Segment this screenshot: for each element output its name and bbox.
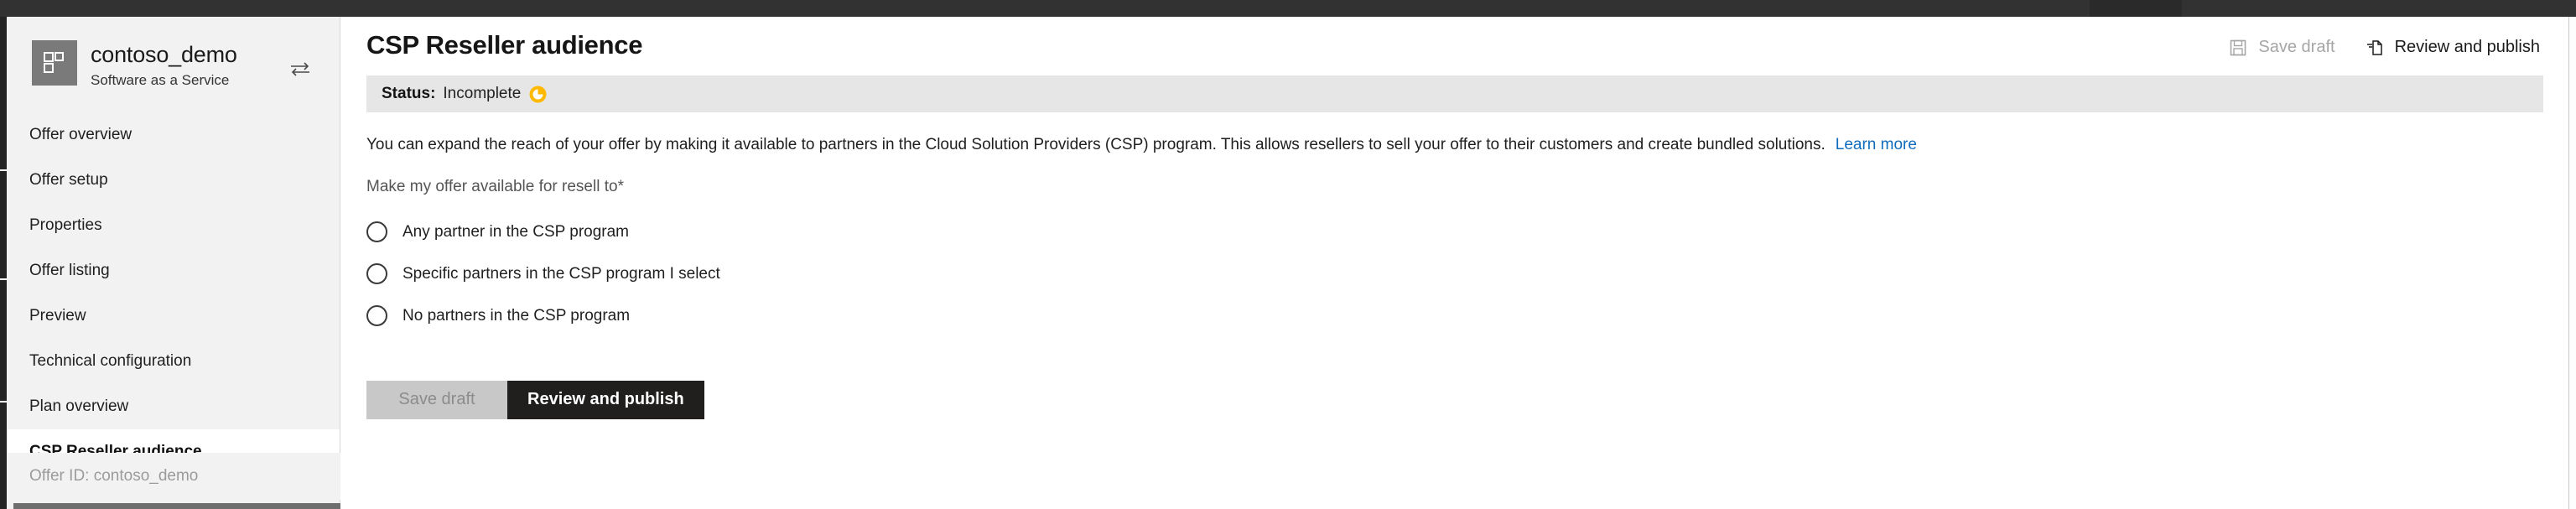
sidebar-item-offer-listing[interactable]: Offer listing [7, 248, 340, 293]
chrome-segment-active-tab[interactable] [2090, 0, 2182, 17]
publish-page-icon [2366, 39, 2384, 57]
description-paragraph: You can expand the reach of your offer b… [366, 134, 2543, 156]
resell-field-label-text: Make my offer available for resell to [366, 177, 618, 195]
sidebar-item-properties[interactable]: Properties [7, 203, 340, 248]
left-nav-rail [0, 17, 7, 509]
sidebar-item-technical-configuration[interactable]: Technical configuration [7, 339, 340, 384]
radio-option-specific-partners[interactable]: Specific partners in the CSP program I s… [366, 253, 2568, 295]
scrollbar-thumb[interactable] [2569, 17, 2576, 509]
main-content: CSP Reseller audience Save draft Review … [341, 17, 2568, 509]
header-save-draft-label: Save draft [2258, 38, 2335, 56]
rail-notch [0, 278, 7, 280]
sidebar-horizontal-scrollbar[interactable] [13, 503, 340, 509]
page-title: CSP Reseller audience [366, 30, 643, 60]
grid-tile-icon [32, 40, 77, 86]
page-vertical-scrollbar[interactable] [2568, 17, 2576, 509]
resell-field-label: Make my offer available for resell to* [366, 178, 2543, 196]
required-marker: * [617, 177, 624, 195]
sidebar-item-label: Properties [29, 216, 102, 235]
footer-actions: Save draft Review and publish [366, 380, 2568, 419]
offer-name: contoso_demo [91, 42, 237, 67]
radio-option-any-partner[interactable]: Any partner in the CSP program [366, 211, 2568, 253]
incomplete-pie-icon [528, 85, 548, 104]
rail-notch [0, 169, 7, 171]
browser-top-chrome [0, 0, 2576, 17]
learn-more-link[interactable]: Learn more [1836, 136, 1917, 153]
sidebar-item-plan-overview[interactable]: Plan overview [7, 384, 340, 429]
offer-id: Offer ID: contoso_demo [7, 453, 340, 500]
header-review-publish-label: Review and publish [2394, 38, 2540, 56]
sidebar-item-label: Offer setup [29, 171, 108, 190]
sidebar-item-offer-setup[interactable]: Offer setup [7, 158, 340, 203]
radio-option-no-partners[interactable]: No partners in the CSP program [366, 295, 2568, 337]
description-text: You can expand the reach of your offer b… [366, 136, 1826, 153]
radio-option-label: No partners in the CSP program [402, 306, 631, 325]
switch-offer-icon[interactable] [289, 60, 311, 77]
sidebar-item-label: Preview [29, 307, 86, 325]
sidebar-item-preview[interactable]: Preview [7, 293, 340, 339]
radio-circle-icon[interactable] [366, 305, 387, 327]
offer-subtitle: Software as a Service [91, 72, 230, 89]
app-shell: contoso_demo Software as a Service Offer… [0, 17, 2576, 509]
resell-audience-radio-group: Any partner in the CSP program Specific … [366, 211, 2568, 337]
offer-meta: contoso_demo Software as a Service [91, 40, 237, 89]
header-actions: Save draft Review and publish [2229, 38, 2540, 57]
main-header: CSP Reseller audience Save draft Review … [341, 17, 2568, 75]
sidebar: contoso_demo Software as a Service Offer… [7, 17, 340, 509]
sidebar-item-label: Offer listing [29, 262, 110, 280]
sidebar-item-label: Technical configuration [29, 352, 192, 371]
chrome-segment-left [0, 0, 2090, 17]
status-label: Status: [382, 85, 436, 102]
sidebar-item-label: Offer overview [29, 126, 132, 144]
radio-circle-icon[interactable] [366, 221, 387, 243]
review-and-publish-button[interactable]: Review and publish [507, 380, 704, 419]
radio-circle-icon[interactable] [366, 263, 387, 285]
sidebar-item-offer-overview[interactable]: Offer overview [7, 112, 340, 158]
status-banner: Status: Incomplete [366, 75, 2543, 112]
sidebar-item-label: Plan overview [29, 397, 129, 416]
chrome-segment-right [2182, 0, 2576, 17]
radio-option-label: Specific partners in the CSP program I s… [402, 264, 720, 283]
header-save-draft-button[interactable]: Save draft [2229, 38, 2335, 57]
offer-header: contoso_demo Software as a Service [7, 17, 340, 111]
save-draft-button[interactable]: Save draft [366, 380, 507, 419]
sidebar-nav-list: Offer overview Offer setup Properties Of… [7, 112, 340, 475]
rail-notch [0, 401, 7, 403]
status-value: Incomplete [443, 85, 522, 102]
save-disk-icon [2229, 39, 2247, 57]
radio-option-label: Any partner in the CSP program [402, 222, 630, 241]
header-review-publish-button[interactable]: Review and publish [2366, 38, 2540, 57]
